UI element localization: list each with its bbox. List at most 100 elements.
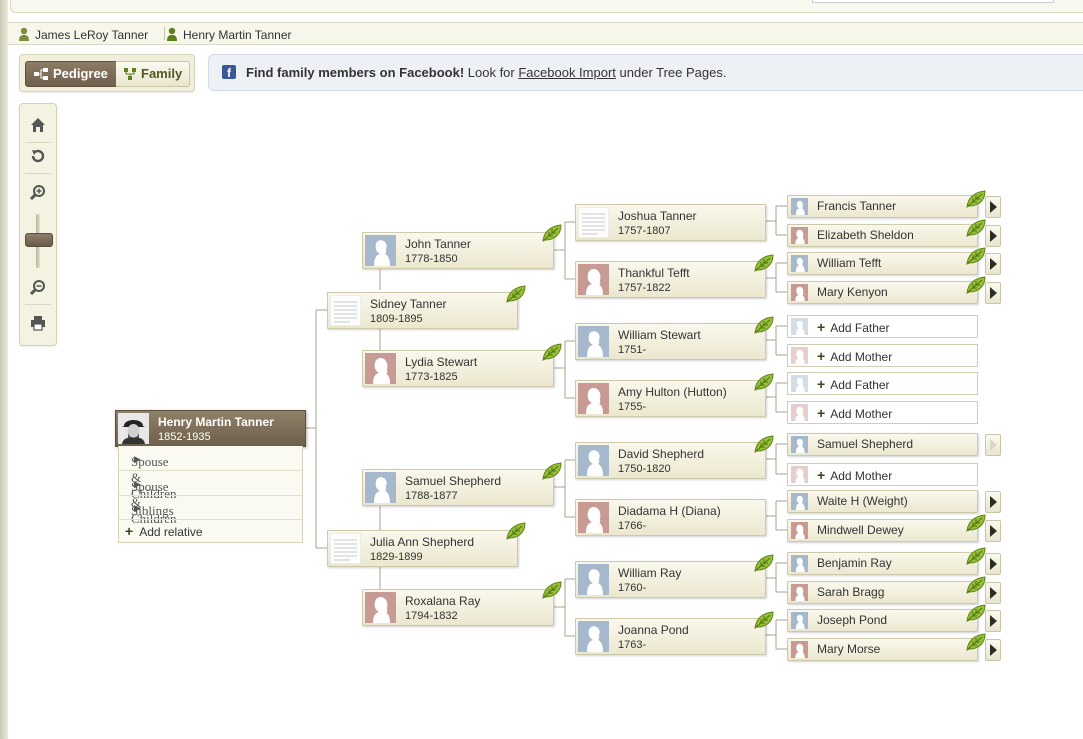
person-card[interactable]: Mary Morse xyxy=(787,638,978,661)
expand-arrow-button[interactable] xyxy=(985,582,1001,604)
root-person-card[interactable]: Henry Martin Tanner 1852-1935 xyxy=(115,410,306,447)
hint-leaf-icon[interactable] xyxy=(965,546,987,566)
person-card[interactable]: William Tefft xyxy=(787,252,978,275)
add-father-button[interactable]: Add Father xyxy=(787,315,978,338)
person-card[interactable]: Samuel Shepherd xyxy=(787,433,978,456)
person-card[interactable]: Mindwell Dewey xyxy=(787,519,978,542)
hint-leaf-icon[interactable] xyxy=(541,223,563,243)
expand-arrow-button[interactable] xyxy=(985,520,1001,542)
person-dates: 1757-1822 xyxy=(618,282,671,294)
male-silhouette-icon xyxy=(578,621,609,652)
person-dates: 1763- xyxy=(618,639,647,651)
hint-leaf-icon[interactable] xyxy=(505,521,527,541)
add-relative-button[interactable]: Add relative xyxy=(119,519,302,543)
male-silhouette-icon xyxy=(578,445,609,476)
spouse-children-menu-item-2[interactable]: Spouse & Children ▶ xyxy=(119,471,302,526)
male-silhouette-icon xyxy=(578,564,609,595)
hint-leaf-icon[interactable] xyxy=(965,632,987,652)
female-silhouette-icon xyxy=(790,522,809,539)
person-card[interactable]: Joseph Pond xyxy=(787,609,978,632)
person-card[interactable]: Sarah Bragg xyxy=(787,581,978,604)
add-mother-button[interactable]: Add Mother xyxy=(787,463,978,486)
expand-arrow-button[interactable] xyxy=(985,434,1001,456)
female-silhouette-icon xyxy=(365,592,396,623)
person-card[interactable]: Francis Tanner xyxy=(787,195,978,218)
expand-arrow-button[interactable] xyxy=(985,639,1001,661)
person-card[interactable]: Thankful Tefft 1757-1822 xyxy=(575,261,766,298)
person-card[interactable]: David Shepherd 1750-1820 xyxy=(575,442,766,479)
hint-leaf-icon[interactable] xyxy=(505,284,527,304)
root-person-menu: Spouse & Children ▶ Spouse & Children ▶ Si… xyxy=(118,446,303,543)
hint-leaf-icon[interactable] xyxy=(753,434,775,454)
person-name: Benjamin Ray xyxy=(817,556,892,570)
hint-leaf-icon[interactable] xyxy=(753,372,775,392)
person-name: William Tefft xyxy=(817,256,882,270)
person-card[interactable]: Sidney Tanner 1809-1895 xyxy=(327,292,518,329)
person-card[interactable]: Benjamin Ray xyxy=(787,552,978,575)
person-name: Lydia Stewart xyxy=(405,355,478,369)
person-card[interactable]: Waite H (Weight) xyxy=(787,490,978,513)
hint-leaf-icon[interactable] xyxy=(965,603,987,623)
person-dates: 1773-1825 xyxy=(405,371,458,383)
hint-leaf-icon[interactable] xyxy=(965,218,987,238)
hint-leaf-icon[interactable] xyxy=(965,275,987,295)
hint-leaf-icon[interactable] xyxy=(965,575,987,595)
root-person-dates: 1852-1935 xyxy=(158,431,211,443)
add-mother-button[interactable]: Add Mother xyxy=(787,401,978,424)
expand-arrow-button[interactable] xyxy=(985,196,1001,218)
person-card[interactable]: Diadama H (Diana) 1766- xyxy=(575,499,766,536)
hint-leaf-icon[interactable] xyxy=(965,513,987,533)
person-card[interactable]: Mary Kenyon xyxy=(787,281,978,304)
person-card[interactable]: Joshua Tanner 1757-1807 xyxy=(575,204,766,241)
person-name: Samuel Shepherd xyxy=(817,437,914,451)
person-card[interactable]: John Tanner 1778-1850 xyxy=(362,232,554,269)
expand-arrow-button[interactable] xyxy=(985,253,1001,275)
person-card[interactable]: Lydia Stewart 1773-1825 xyxy=(362,350,554,387)
person-dates: 1809-1895 xyxy=(370,313,423,325)
person-card[interactable]: Amy Hulton (Hutton) 1755- xyxy=(575,380,766,417)
add-label: Add Father xyxy=(817,376,889,392)
spouse-children-menu-item-1[interactable]: Spouse & Children ▶ xyxy=(119,446,302,501)
hint-leaf-icon[interactable] xyxy=(753,315,775,335)
person-card[interactable]: William Stewart 1751- xyxy=(575,323,766,360)
person-card[interactable]: Elizabeth Sheldon xyxy=(787,224,978,247)
person-card[interactable]: Julia Ann Shepherd 1829-1899 xyxy=(327,530,518,567)
hint-leaf-icon[interactable] xyxy=(541,461,563,481)
person-card[interactable]: Roxalana Ray 1794-1832 xyxy=(362,589,554,626)
expand-arrow-button[interactable] xyxy=(985,553,1001,575)
siblings-menu-item[interactable]: Siblings ▶ xyxy=(119,495,302,520)
hint-leaf-icon[interactable] xyxy=(965,189,987,209)
person-name: Joanna Pond xyxy=(618,623,689,637)
person-name: Amy Hulton (Hutton) xyxy=(618,385,727,399)
person-dates: 1766- xyxy=(618,520,647,532)
person-dates: 1755- xyxy=(618,401,647,413)
male-silhouette-icon xyxy=(365,472,396,503)
hint-leaf-icon[interactable] xyxy=(753,610,775,630)
hint-leaf-icon[interactable] xyxy=(753,553,775,573)
add-label: Add Mother xyxy=(817,348,892,364)
male-silhouette-icon xyxy=(790,255,809,272)
record-thumbnail xyxy=(330,295,361,326)
person-name: Julia Ann Shepherd xyxy=(370,535,475,549)
female-placeholder-icon xyxy=(790,466,809,483)
add-mother-button[interactable]: Add Mother xyxy=(787,344,978,367)
expand-arrow-button[interactable] xyxy=(985,282,1001,304)
person-card[interactable]: Joanna Pond 1763- xyxy=(575,618,766,655)
expand-arrow-button[interactable] xyxy=(985,610,1001,632)
record-thumbnail xyxy=(578,207,609,238)
hint-leaf-icon[interactable] xyxy=(541,580,563,600)
person-card[interactable]: William Ray 1760- xyxy=(575,561,766,598)
expand-arrow-button[interactable] xyxy=(985,225,1001,247)
expand-arrow-button[interactable] xyxy=(985,491,1001,513)
hint-leaf-icon[interactable] xyxy=(753,253,775,273)
hint-leaf-icon[interactable] xyxy=(965,246,987,266)
male-silhouette-icon xyxy=(365,235,396,266)
female-silhouette-icon xyxy=(790,641,809,658)
hint-leaf-icon[interactable] xyxy=(541,342,563,362)
female-placeholder-icon xyxy=(790,404,809,421)
person-dates: 1829-1899 xyxy=(370,551,423,563)
person-card[interactable]: Samuel Shepherd 1788-1877 xyxy=(362,469,554,506)
add-father-button[interactable]: Add Father xyxy=(787,372,978,395)
record-thumbnail xyxy=(330,533,361,564)
female-silhouette-icon xyxy=(578,502,609,533)
